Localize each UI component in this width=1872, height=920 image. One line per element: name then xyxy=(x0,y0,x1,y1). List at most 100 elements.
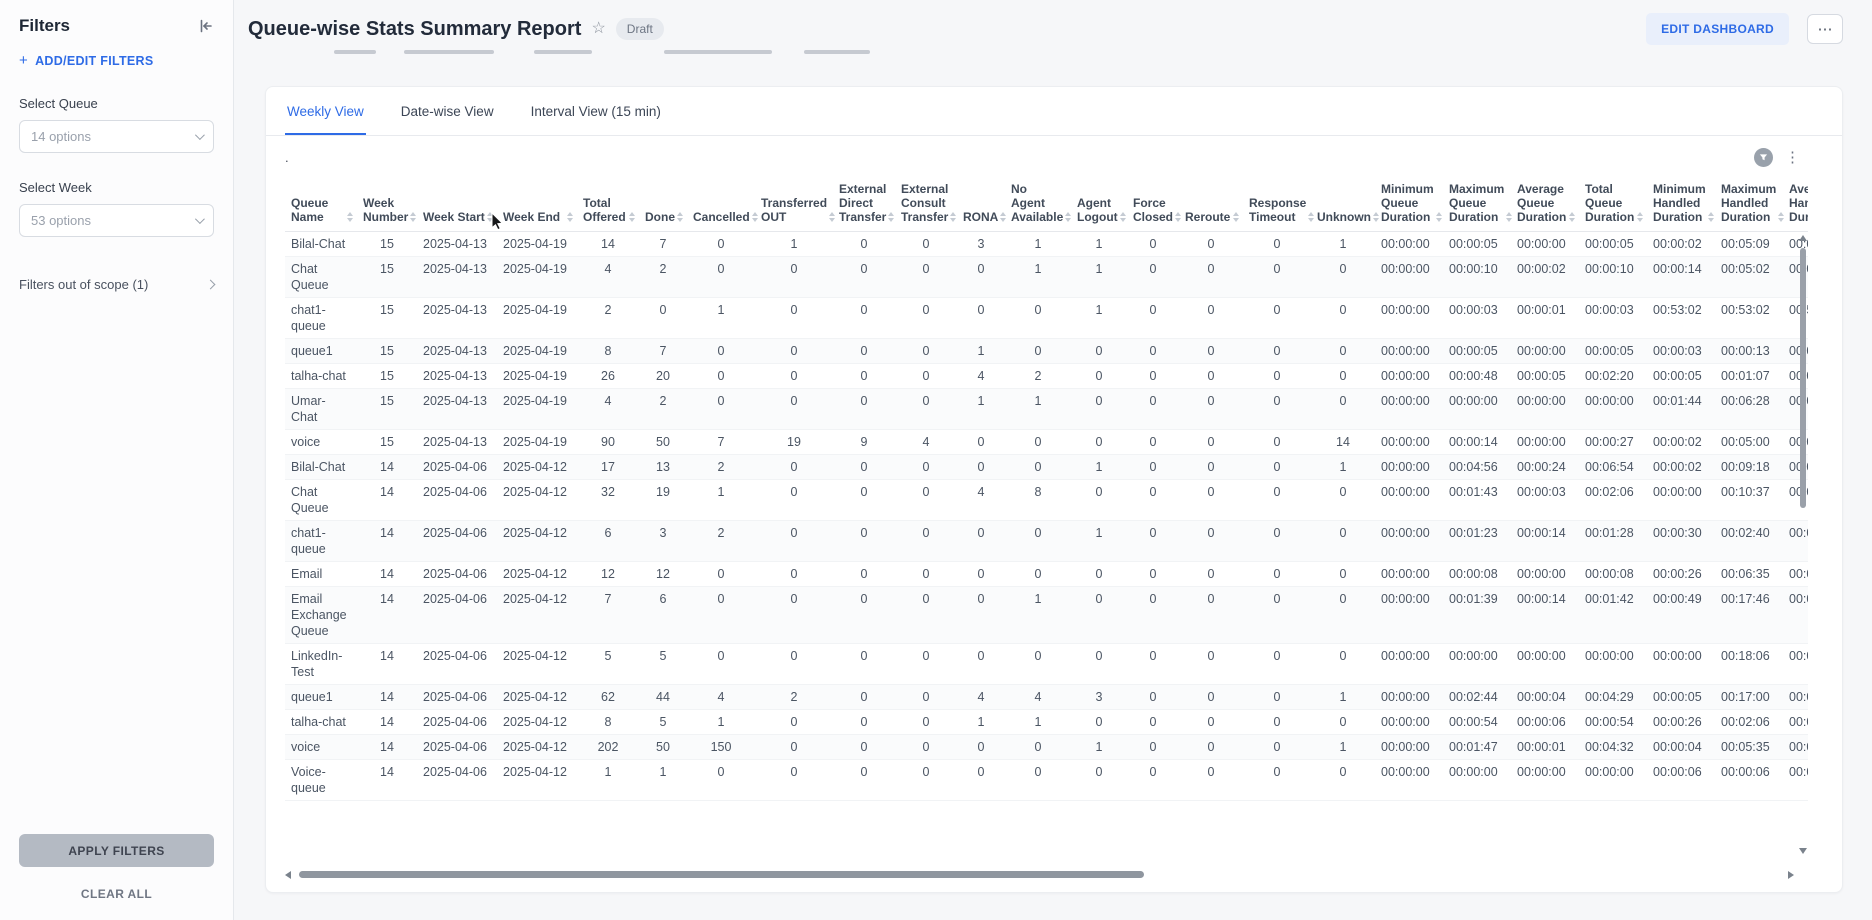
sort-icon[interactable] xyxy=(1233,212,1239,222)
table-cell: 0 xyxy=(1179,735,1243,760)
column-header[interactable]: Week Number xyxy=(357,178,417,232)
table-cell: 0 xyxy=(1127,455,1179,480)
column-header[interactable]: Total Queue Duration xyxy=(1579,178,1647,232)
apply-filters-button[interactable]: APPLY FILTERS xyxy=(19,834,214,867)
tab-date-wise-view[interactable]: Date-wise View xyxy=(399,87,496,135)
sort-icon[interactable] xyxy=(1637,212,1643,222)
scroll-left-icon[interactable] xyxy=(285,871,291,879)
tab-interval-view[interactable]: Interval View (15 min) xyxy=(529,87,663,135)
sort-icon[interactable] xyxy=(1373,212,1379,222)
vertical-scrollbar[interactable] xyxy=(1798,235,1808,854)
kebab-menu-icon[interactable]: ⋮ xyxy=(1785,150,1800,165)
column-header[interactable]: Done xyxy=(639,178,687,232)
sort-icon[interactable] xyxy=(1120,212,1126,222)
column-header[interactable]: Minimum Handled Duration xyxy=(1647,178,1715,232)
column-header[interactable]: Cancelled xyxy=(687,178,755,232)
column-header[interactable]: Force Closed xyxy=(1127,178,1179,232)
sort-icon[interactable] xyxy=(829,212,835,222)
column-header[interactable]: External Direct Transfer xyxy=(833,178,895,232)
sort-icon[interactable] xyxy=(1436,212,1442,222)
column-header-label: Queue Name xyxy=(291,196,345,224)
sort-icon[interactable] xyxy=(677,212,683,222)
table-cell: 2025-04-12 xyxy=(497,685,577,710)
sort-icon[interactable] xyxy=(1506,212,1512,222)
table-cell: 0 xyxy=(957,644,1005,685)
sort-icon[interactable] xyxy=(487,212,493,222)
table-cell: 2025-04-13 xyxy=(417,232,497,257)
table-cell: talha-chat xyxy=(285,710,357,735)
tab-weekly-view[interactable]: Weekly View xyxy=(285,87,366,135)
column-header[interactable]: Maximum Handled Duration xyxy=(1715,178,1783,232)
column-header[interactable]: Transferred OUT xyxy=(755,178,833,232)
filter-icon[interactable] xyxy=(1754,148,1773,167)
sort-icon[interactable] xyxy=(1000,212,1006,222)
scroll-down-icon[interactable] xyxy=(1799,848,1807,854)
edit-dashboard-button[interactable]: EDIT DASHBOARD xyxy=(1646,13,1789,45)
table-cell: 0 xyxy=(687,257,755,298)
column-header-label: No Agent Available xyxy=(1011,182,1063,224)
column-header[interactable]: Average Queue Duration xyxy=(1511,178,1579,232)
table-cell: 0 xyxy=(1243,389,1311,430)
column-header[interactable]: External Consult Transfer xyxy=(895,178,957,232)
sort-icon[interactable] xyxy=(1175,212,1181,222)
table-row: Voice-queue142025-04-062025-04-121100000… xyxy=(285,760,1808,801)
sort-icon[interactable] xyxy=(629,212,635,222)
column-header[interactable]: Unknown xyxy=(1311,178,1375,232)
table-cell: 00:18:06 xyxy=(1715,644,1783,685)
column-header[interactable]: Queue Name xyxy=(285,178,357,232)
column-header[interactable]: Average Handled Duration xyxy=(1783,178,1808,232)
scroll-up-icon[interactable] xyxy=(1799,235,1807,241)
sort-icon[interactable] xyxy=(1308,212,1314,222)
sort-icon[interactable] xyxy=(888,212,894,222)
more-options-button[interactable]: ⋯ xyxy=(1807,14,1843,44)
column-header[interactable]: RONA xyxy=(957,178,1005,232)
column-header[interactable]: Agent Logout xyxy=(1071,178,1127,232)
star-icon[interactable]: ☆ xyxy=(591,21,605,37)
column-header[interactable]: Reroute xyxy=(1179,178,1243,232)
table-cell: 0 xyxy=(755,521,833,562)
table-cell: 00:00:05 xyxy=(1579,232,1647,257)
column-header[interactable]: Week Start xyxy=(417,178,497,232)
column-header[interactable]: No Agent Available xyxy=(1005,178,1071,232)
table-cell: 2025-04-06 xyxy=(417,735,497,760)
sort-icon[interactable] xyxy=(1065,212,1071,222)
column-header[interactable]: Total Offered xyxy=(577,178,639,232)
collapse-sidebar-icon[interactable] xyxy=(198,18,214,34)
table-cell: 00:00:14 xyxy=(1443,430,1511,455)
table-cell: 0 xyxy=(895,587,957,644)
table-cell: 4 xyxy=(577,389,639,430)
table-cell: 00:05:09 xyxy=(1715,232,1783,257)
clear-all-button[interactable]: CLEAR ALL xyxy=(19,882,214,906)
table-cell: 1 xyxy=(1005,587,1071,644)
filters-out-of-scope[interactable]: Filters out of scope (1) xyxy=(19,277,214,292)
table-cell: 2025-04-19 xyxy=(497,389,577,430)
column-header[interactable]: Week End xyxy=(497,178,577,232)
add-edit-filters-button[interactable]: + ADD/EDIT FILTERS xyxy=(19,52,154,69)
table-cell: 0 xyxy=(1127,562,1179,587)
column-header[interactable]: Response Timeout xyxy=(1243,178,1311,232)
table-cell: 00:00:00 xyxy=(1375,339,1443,364)
sort-icon[interactable] xyxy=(1708,212,1714,222)
table-cell: 00:53:02 xyxy=(1647,298,1715,339)
queue-select[interactable]: 14 options xyxy=(19,120,214,153)
vertical-scrollbar-thumb[interactable] xyxy=(1800,248,1806,508)
column-header-label: RONA xyxy=(963,210,998,224)
column-header[interactable]: Maximum Queue Duration xyxy=(1443,178,1511,232)
table-cell: 0 xyxy=(957,298,1005,339)
table-cell: 00:00:00 xyxy=(1579,760,1647,801)
table-cell: voice xyxy=(285,430,357,455)
sort-icon[interactable] xyxy=(1778,212,1784,222)
horizontal-scrollbar-thumb[interactable] xyxy=(299,871,1144,878)
column-header[interactable]: Minimum Queue Duration xyxy=(1375,178,1443,232)
scroll-right-icon[interactable] xyxy=(1788,871,1794,879)
sort-icon[interactable] xyxy=(567,212,573,222)
sort-icon[interactable] xyxy=(752,212,758,222)
sort-icon[interactable] xyxy=(347,212,353,222)
sort-icon[interactable] xyxy=(1569,212,1575,222)
table-cell: 00:00:49 xyxy=(1647,587,1715,644)
sort-icon[interactable] xyxy=(950,212,956,222)
table-cell: 0 xyxy=(895,735,957,760)
horizontal-scrollbar[interactable] xyxy=(285,870,1794,880)
sort-icon[interactable] xyxy=(410,212,416,222)
week-select[interactable]: 53 options xyxy=(19,204,214,237)
